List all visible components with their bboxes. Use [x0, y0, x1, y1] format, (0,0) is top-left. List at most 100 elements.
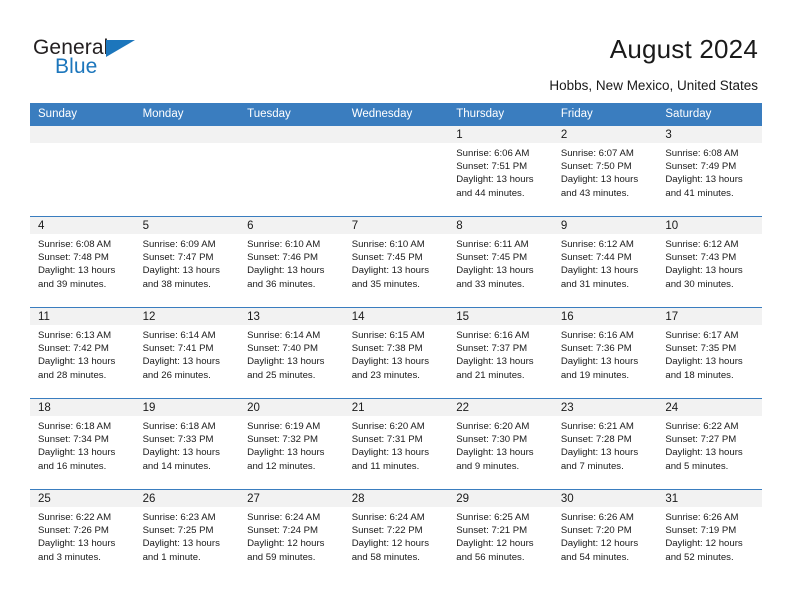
sunrise-text: Sunrise: 6:07 AM: [560, 148, 634, 159]
daylight-text-line2: and 23 minutes.: [351, 369, 420, 381]
daylight-text-line2: and 41 minutes.: [665, 187, 734, 199]
calendar-grid: Sunday Monday Tuesday Wednesday Thursday…: [30, 103, 762, 580]
sunset-text: Sunset: 7:26 PM: [38, 525, 109, 537]
day-cell-inner: 28 Sunrise: 6:24 AM Sunset: 7:22 PM Dayligh…: [343, 490, 449, 580]
calendar-day-cell[interactable]: 5 Sunrise: 6:09 AM Sunset: 7:47 PM Daylight…: [134, 216, 240, 308]
calendar-day-cell-empty: [343, 126, 449, 217]
day-cell-inner: 4 Sunrise: 6:08 AM Sunset: 7:48 PM Daylight…: [30, 217, 135, 307]
calendar-week-row: 25 Sunrise: 6:22 AM Sunset: 7:26 PM Dayligh…: [30, 489, 762, 580]
day-cell-inner: 12 Sunrise: 6:14 AM Sunset: 7:41 PM Dayligh…: [134, 308, 240, 398]
calendar-day-cell[interactable]: 3 Sunrise: 6:08 AM Sunset: 7:49 PM Daylight…: [657, 126, 762, 217]
sunrise-text: Sunrise: 6:19 AM: [247, 421, 321, 432]
day-cell-inner: 19 Sunrise: 6:18 AM Sunset: 7:33 PM Dayligh…: [134, 399, 240, 489]
calendar-day-cell[interactable]: 23 Sunrise: 6:21 AM Sunset: 7:28 PM Dayligh…: [552, 398, 658, 490]
daylight-text-line2: and 30 minutes.: [665, 278, 734, 290]
calendar-table: Sunday Monday Tuesday Wednesday Thursday…: [30, 103, 762, 580]
sunrise-text: Sunrise: 6:16 AM: [456, 330, 530, 341]
sunrise-text: Sunrise: 6:12 AM: [665, 239, 739, 250]
daylight-text-line1: Daylight: 13 hours: [665, 265, 743, 277]
sunrise-text: Sunrise: 6:22 AM: [38, 512, 112, 523]
daylight-text-line1: Daylight: 13 hours: [142, 538, 220, 550]
sunrise-text: Sunrise: 6:16 AM: [560, 330, 634, 341]
day-sun-details: Sunrise: 6:22 AM Sunset: 7:27 PM Daylight:…: [657, 416, 762, 473]
day-number: 6: [239, 217, 344, 234]
sunset-text: Sunset: 7:27 PM: [665, 434, 737, 446]
calendar-day-cell[interactable]: 22 Sunrise: 6:20 AM Sunset: 7:30 PM Dayligh…: [448, 398, 553, 490]
calendar-day-cell[interactable]: 27 Sunrise: 6:24 AM Sunset: 7:24 PM Dayligh…: [239, 489, 344, 580]
calendar-day-cell[interactable]: 2 Sunrise: 6:07 AM Sunset: 7:50 PM Daylight…: [552, 126, 658, 217]
day-sun-details: Sunrise: 6:22 AM Sunset: 7:26 PM Daylight:…: [30, 507, 135, 564]
calendar-day-cell[interactable]: 24 Sunrise: 6:22 AM Sunset: 7:27 PM Dayligh…: [657, 398, 762, 490]
daylight-text-line2: and 19 minutes.: [560, 369, 630, 381]
page-header: General Blue August 2024 Hobbs, New Mexi…: [0, 0, 792, 103]
calendar-day-cell[interactable]: 31 Sunrise: 6:26 AM Sunset: 7:19 PM Dayligh…: [657, 489, 762, 580]
daylight-text-line1: Daylight: 13 hours: [456, 174, 534, 186]
calendar-day-cell[interactable]: 20 Sunrise: 6:19 AM Sunset: 7:32 PM Dayligh…: [239, 398, 344, 490]
day-cell-inner: 17 Sunrise: 6:17 AM Sunset: 7:35 PM Dayligh…: [657, 308, 762, 398]
sunset-text: Sunset: 7:36 PM: [560, 343, 632, 355]
day-cell-inner: 11 Sunrise: 6:13 AM Sunset: 7:42 PM Dayligh…: [30, 308, 135, 398]
weekday-header-thursday: Thursday: [448, 103, 553, 126]
calendar-week-row: 11 Sunrise: 6:13 AM Sunset: 7:42 PM Dayligh…: [30, 307, 762, 399]
sunset-text: Sunset: 7:22 PM: [351, 525, 423, 537]
day-cell-inner: 30 Sunrise: 6:26 AM Sunset: 7:20 PM Dayligh…: [552, 490, 658, 580]
sunset-text: Sunset: 7:49 PM: [665, 161, 737, 173]
day-cell-inner: 20 Sunrise: 6:19 AM Sunset: 7:32 PM Dayligh…: [239, 399, 344, 489]
weekday-header-monday: Monday: [134, 103, 240, 126]
sunset-text: Sunset: 7:42 PM: [38, 343, 109, 355]
daylight-text-line2: and 1 minute.: [142, 551, 201, 563]
calendar-day-cell[interactable]: 6 Sunrise: 6:10 AM Sunset: 7:46 PM Daylight…: [239, 216, 344, 308]
daylight-text-line1: Daylight: 13 hours: [665, 447, 743, 459]
calendar-day-cell[interactable]: 21 Sunrise: 6:20 AM Sunset: 7:31 PM Dayligh…: [343, 398, 449, 490]
calendar-day-cell[interactable]: 1 Sunrise: 6:06 AM Sunset: 7:51 PM Daylight…: [448, 126, 553, 217]
daylight-text-line2: and 3 minutes.: [38, 551, 101, 563]
day-sun-details: Sunrise: 6:14 AM Sunset: 7:41 PM Daylight:…: [135, 325, 240, 382]
weekday-header-tuesday: Tuesday: [239, 103, 344, 126]
daylight-text-line2: and 36 minutes.: [247, 278, 316, 290]
calendar-day-cell[interactable]: 14 Sunrise: 6:15 AM Sunset: 7:38 PM Dayligh…: [343, 307, 449, 399]
day-sun-details: [344, 143, 449, 147]
sunset-text: Sunset: 7:31 PM: [351, 434, 423, 446]
day-sun-details: Sunrise: 6:08 AM Sunset: 7:49 PM Daylight:…: [657, 143, 762, 200]
calendar-day-cell[interactable]: 26 Sunrise: 6:23 AM Sunset: 7:25 PM Dayligh…: [134, 489, 240, 580]
daylight-text-line1: Daylight: 13 hours: [456, 447, 534, 459]
day-number: 18: [30, 399, 135, 416]
calendar-day-cell[interactable]: 17 Sunrise: 6:17 AM Sunset: 7:35 PM Dayligh…: [657, 307, 762, 399]
calendar-day-cell[interactable]: 10 Sunrise: 6:12 AM Sunset: 7:43 PM Dayligh…: [657, 216, 762, 308]
daylight-text-line2: and 18 minutes.: [665, 369, 734, 381]
calendar-day-cell[interactable]: 25 Sunrise: 6:22 AM Sunset: 7:26 PM Dayligh…: [30, 489, 135, 580]
calendar-day-cell[interactable]: 13 Sunrise: 6:14 AM Sunset: 7:40 PM Dayligh…: [239, 307, 344, 399]
daylight-text-line1: Daylight: 13 hours: [351, 447, 430, 459]
day-cell-inner: 13 Sunrise: 6:14 AM Sunset: 7:40 PM Dayligh…: [239, 308, 344, 398]
calendar-day-cell[interactable]: 29 Sunrise: 6:25 AM Sunset: 7:21 PM Dayligh…: [448, 489, 553, 580]
general-blue-logo[interactable]: General Blue: [33, 36, 203, 86]
calendar-week-row: 1 Sunrise: 6:06 AM Sunset: 7:51 PM Daylight…: [30, 126, 762, 217]
day-sun-details: [30, 143, 135, 147]
daylight-text-line2: and 25 minutes.: [247, 369, 316, 381]
calendar-day-cell[interactable]: 16 Sunrise: 6:16 AM Sunset: 7:36 PM Dayligh…: [552, 307, 658, 399]
sunset-text: Sunset: 7:50 PM: [560, 161, 632, 173]
calendar-page: General Blue August 2024 Hobbs, New Mexi…: [0, 0, 792, 612]
calendar-day-cell[interactable]: 15 Sunrise: 6:16 AM Sunset: 7:37 PM Dayligh…: [448, 307, 553, 399]
calendar-day-cell[interactable]: 11 Sunrise: 6:13 AM Sunset: 7:42 PM Dayligh…: [30, 307, 135, 399]
day-number: 31: [657, 490, 762, 507]
daylight-text-line2: and 43 minutes.: [560, 187, 630, 199]
day-sun-details: Sunrise: 6:21 AM Sunset: 7:28 PM Daylight:…: [553, 416, 658, 473]
sunrise-text: Sunrise: 6:20 AM: [456, 421, 530, 432]
sunrise-text: Sunrise: 6:18 AM: [142, 421, 216, 432]
calendar-day-cell[interactable]: 18 Sunrise: 6:18 AM Sunset: 7:34 PM Dayligh…: [30, 398, 135, 490]
calendar-day-cell[interactable]: 8 Sunrise: 6:11 AM Sunset: 7:45 PM Daylight…: [448, 216, 553, 308]
day-cell-inner: 16 Sunrise: 6:16 AM Sunset: 7:36 PM Dayligh…: [552, 308, 658, 398]
day-number: 4: [30, 217, 135, 234]
calendar-day-cell[interactable]: 12 Sunrise: 6:14 AM Sunset: 7:41 PM Dayligh…: [134, 307, 240, 399]
daylight-text-line1: Daylight: 12 hours: [456, 538, 534, 550]
calendar-day-cell[interactable]: 28 Sunrise: 6:24 AM Sunset: 7:22 PM Dayligh…: [343, 489, 449, 580]
calendar-day-cell[interactable]: 30 Sunrise: 6:26 AM Sunset: 7:20 PM Dayligh…: [552, 489, 658, 580]
calendar-day-cell[interactable]: 9 Sunrise: 6:12 AM Sunset: 7:44 PM Daylight…: [552, 216, 658, 308]
calendar-day-cell[interactable]: 19 Sunrise: 6:18 AM Sunset: 7:33 PM Dayligh…: [134, 398, 240, 490]
sunrise-text: Sunrise: 6:13 AM: [38, 330, 112, 341]
calendar-day-cell[interactable]: 7 Sunrise: 6:10 AM Sunset: 7:45 PM Daylight…: [343, 216, 449, 308]
calendar-day-cell[interactable]: 4 Sunrise: 6:08 AM Sunset: 7:48 PM Daylight…: [30, 216, 135, 308]
daylight-text-line1: Daylight: 13 hours: [560, 356, 639, 368]
day-number: 5: [134, 217, 240, 234]
